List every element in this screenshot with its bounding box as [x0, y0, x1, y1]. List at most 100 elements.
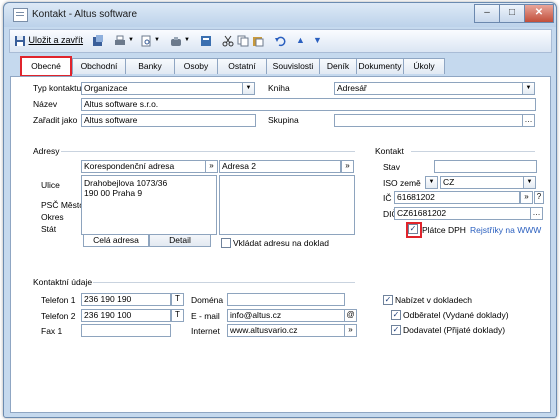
save-copy-icon — [92, 34, 104, 47]
iso-zeme-label: ISO země — [383, 178, 421, 188]
minimize-button[interactable]: – — [474, 4, 500, 23]
tab-ukoly[interactable]: Úkoly — [403, 58, 445, 74]
kontaktni-divider — [93, 282, 355, 283]
title-bar: Kontakt - Altus software – □ ✕ — [4, 3, 556, 27]
tab-banky[interactable]: Banky — [125, 58, 175, 74]
internet-input[interactable]: www.altusvario.cz — [227, 324, 345, 337]
telefon1-input[interactable]: 236 190 190 — [81, 293, 171, 306]
ellipsis-icon: … — [524, 115, 533, 124]
stav-input[interactable] — [434, 160, 537, 173]
dodavatel-label: Dodavatel (Přijaté doklady) — [403, 325, 506, 335]
iso-dropdown[interactable]: ▼ — [425, 176, 438, 189]
typ-kontaktu-dropdown[interactable]: ▼ — [242, 82, 255, 95]
cut-button[interactable] — [222, 33, 234, 48]
previous-record-button[interactable]: ▲ — [296, 33, 305, 48]
address-book-icon — [200, 35, 212, 47]
save-as-button[interactable] — [92, 33, 104, 48]
domena-input[interactable] — [227, 293, 345, 306]
print-button[interactable] — [114, 33, 126, 48]
attach-button[interactable] — [170, 33, 182, 48]
internet-label: Internet — [191, 326, 220, 336]
tab-ostatni[interactable]: Ostatní — [217, 58, 267, 74]
domena-label: Doména — [191, 295, 224, 305]
zaradit-jako-label: Zařadit jako — [33, 115, 78, 125]
registry-link[interactable]: Rejstříky na WWW — [470, 225, 541, 235]
tab-dokumenty[interactable]: Dokumenty — [356, 58, 404, 74]
checkmark-icon: ✓ — [409, 224, 417, 233]
address2-textarea[interactable] — [219, 175, 355, 235]
skupina-browse-button[interactable]: … — [522, 114, 535, 127]
tab-obchodni[interactable]: Obchodní — [72, 58, 126, 74]
email-input[interactable]: info@altus.cz — [227, 309, 345, 322]
tab-obecne[interactable]: Obecné — [20, 56, 72, 77]
adresy-section-label: Adresy — [33, 146, 60, 156]
iso-value-dropdown[interactable]: ▼ — [523, 176, 536, 189]
contact-card-icon — [13, 8, 28, 22]
odberatel-checkbox[interactable]: ✓ — [391, 310, 401, 320]
paste-button[interactable] — [252, 33, 264, 48]
telefon1-dial-button[interactable]: T — [171, 293, 184, 306]
email-send-button[interactable]: @ — [344, 309, 357, 322]
clipboard-icon — [252, 35, 264, 47]
address2-type-select[interactable]: Adresa 2 — [219, 160, 341, 173]
nazev-input[interactable]: Altus software s.r.o. — [81, 98, 536, 111]
internet-open-button[interactable]: » — [344, 324, 357, 337]
address1-type-select[interactable]: Korespondenční adresa — [81, 160, 207, 173]
double-chevron-right-icon: » — [345, 161, 350, 170]
typ-kontaktu-select[interactable]: Organizace — [81, 82, 243, 95]
ellipsis-icon: … — [532, 208, 541, 217]
telefon2-input[interactable]: 236 190 100 — [81, 309, 171, 322]
copy-button[interactable] — [237, 33, 249, 48]
kontaktni-udaje-section-label: Kontaktní údaje — [33, 277, 93, 287]
undo-button[interactable] — [274, 33, 286, 48]
tab-souvislosti[interactable]: Souvislosti — [266, 58, 320, 74]
dic-browse-button[interactable]: … — [530, 207, 543, 220]
ic-lookup-button[interactable]: » — [520, 191, 533, 204]
adresy-divider — [61, 151, 355, 152]
printer-icon — [114, 35, 126, 47]
kniha-select[interactable]: Adresář — [334, 82, 523, 95]
vkladat-checkbox[interactable] — [221, 238, 231, 248]
print-dropdown-icon[interactable]: ▼ — [128, 33, 134, 48]
next-record-button[interactable]: ▼ — [313, 33, 322, 48]
address2-type-button[interactable]: » — [341, 160, 354, 173]
zaradit-jako-input[interactable]: Altus software — [81, 114, 256, 127]
stav-label: Stav — [383, 162, 401, 172]
tab-denik[interactable]: Deník — [319, 58, 357, 74]
nabizet-label: Nabízet v dokladech — [395, 295, 473, 305]
save-close-label: Uložit a zavřít — [28, 35, 84, 45]
preview-button[interactable] — [140, 33, 152, 48]
nabizet-checkbox[interactable]: ✓ — [383, 295, 393, 305]
dodavatel-checkbox[interactable]: ✓ — [391, 325, 401, 335]
kniha-label: Kniha — [268, 83, 290, 93]
full-address-tab[interactable]: Celá adresa — [83, 235, 149, 247]
dic-input[interactable]: CZ61681202 — [394, 207, 531, 220]
odberatel-label: Odběratel (Vydané doklady) — [403, 310, 509, 320]
address-book-button[interactable] — [200, 33, 212, 48]
telefon2-dial-button[interactable]: T — [171, 309, 184, 322]
kniha-dropdown[interactable]: ▼ — [522, 82, 535, 95]
ulice-label: Ulice — [41, 180, 60, 190]
fax1-input[interactable] — [81, 324, 171, 337]
preview-dropdown-icon[interactable]: ▼ — [154, 33, 160, 48]
ic-input[interactable]: 61681202 — [394, 191, 520, 204]
address1-type-button[interactable]: » — [205, 160, 218, 173]
chevron-down-icon: ▼ — [526, 179, 533, 185]
ic-label: IČ — [383, 193, 392, 203]
toolbar: Uložit a zavřít ▼ ▼ ▼ ▲ ▼ — [9, 29, 552, 53]
platce-dph-label: Plátce DPH — [422, 225, 466, 235]
address1-textarea[interactable]: Drahobejlova 1073/36 190 00 Praha 9 — [81, 175, 217, 235]
save-close-button[interactable]: Uložit a zavřít — [14, 33, 83, 48]
iso-zeme-input[interactable]: CZ — [440, 176, 524, 189]
down-arrow-icon: ▼ — [313, 35, 322, 45]
tab-osoby[interactable]: Osoby — [174, 58, 218, 74]
phone-dropdown-icon[interactable]: ▼ — [184, 33, 190, 48]
platce-dph-checkbox[interactable]: ✓ — [408, 224, 418, 234]
copy-icon — [237, 35, 249, 47]
detail-tab[interactable]: Detail — [149, 235, 211, 247]
ic-help-button[interactable]: ? — [534, 191, 544, 204]
skupina-input[interactable] — [334, 114, 523, 127]
close-button[interactable]: ✕ — [524, 4, 554, 23]
window-title: Kontakt - Altus software — [32, 9, 138, 20]
maximize-button[interactable]: □ — [499, 4, 525, 23]
